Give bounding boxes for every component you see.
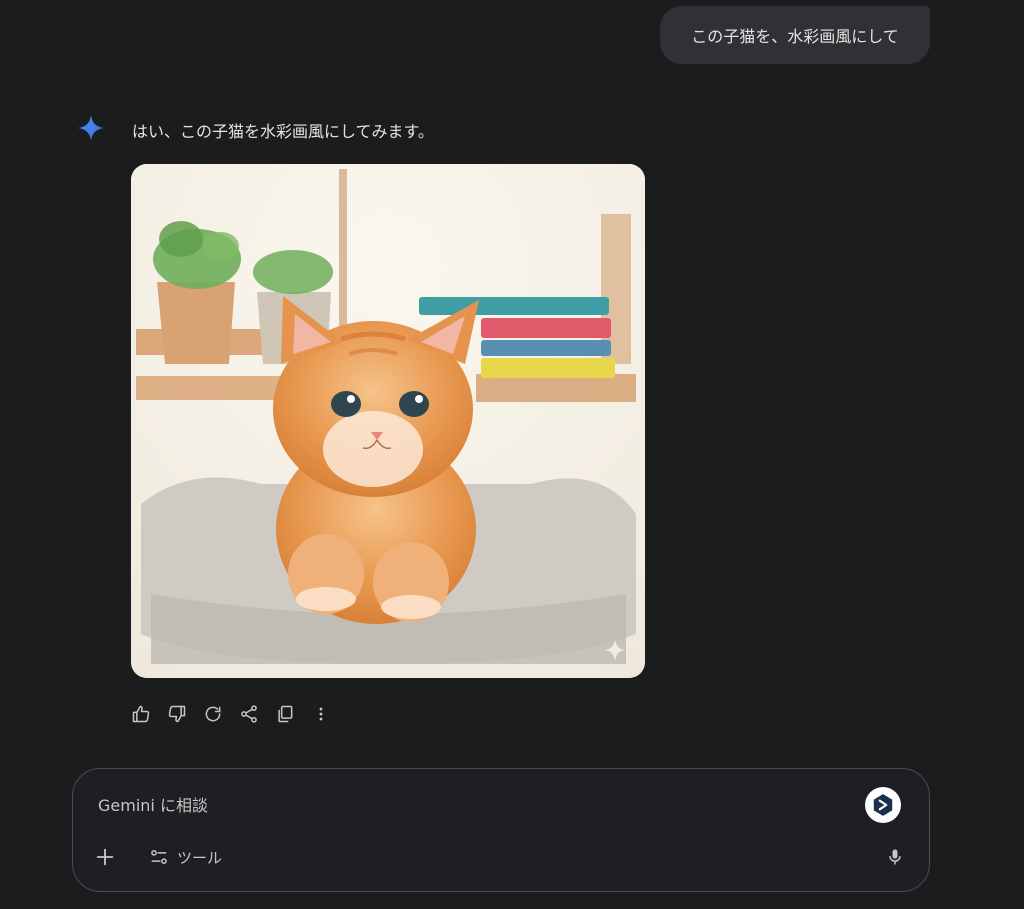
assistant-message-text: はい、この子猫を水彩画風にしてみます。 xyxy=(132,122,434,141)
regenerate-icon[interactable] xyxy=(202,703,224,725)
copy-icon[interactable] xyxy=(274,703,296,725)
tools-button[interactable]: ツール xyxy=(149,843,222,871)
thumb-down-icon[interactable] xyxy=(166,703,188,725)
more-vert-icon[interactable] xyxy=(310,703,332,725)
plus-icon xyxy=(96,848,114,866)
prompt-input[interactable] xyxy=(96,791,860,819)
user-message-text: この子猫を、水彩画風にして xyxy=(691,27,899,46)
microphone-icon xyxy=(889,849,901,865)
response-actions-bar xyxy=(130,702,346,726)
tune-icon xyxy=(151,850,167,864)
agent-icon xyxy=(873,794,893,816)
gemini-sparkle-icon xyxy=(77,114,105,142)
agent-mode-button[interactable] xyxy=(865,787,901,823)
share-icon[interactable] xyxy=(238,703,260,725)
user-message-bubble: この子猫を、水彩画風にして xyxy=(660,6,930,64)
add-button[interactable] xyxy=(93,845,117,869)
microphone-button[interactable] xyxy=(883,845,907,869)
tools-label: ツール xyxy=(177,848,223,867)
prompt-composer: ツール xyxy=(72,768,930,892)
thumb-up-icon[interactable] xyxy=(130,703,152,725)
generated-kitten-image[interactable] xyxy=(131,164,645,678)
